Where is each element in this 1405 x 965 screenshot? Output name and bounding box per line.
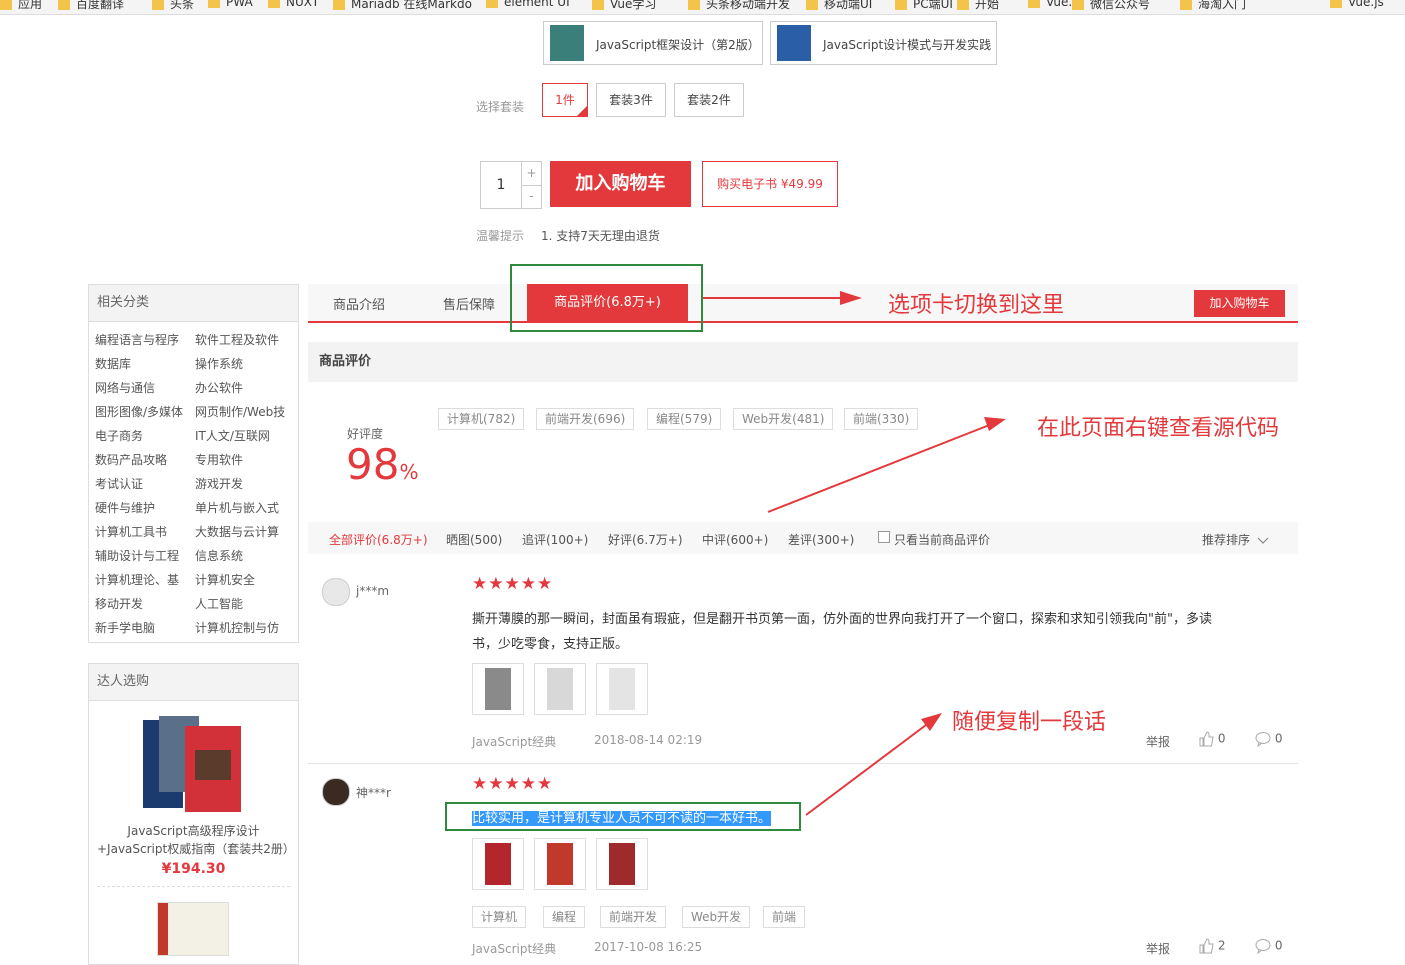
annotation-copy-text: 随便复制一段话 (952, 710, 1107, 735)
arrow-icon (805, 713, 942, 816)
arrow-icon (767, 417, 1006, 513)
arrow-icon (703, 291, 862, 305)
annotation-switch-tab: 选项卡切换到这里 (888, 293, 1065, 318)
annotation-view-source: 在此页面右键查看源代码 (1037, 416, 1280, 441)
annotation-arrows (703, 291, 1006, 816)
